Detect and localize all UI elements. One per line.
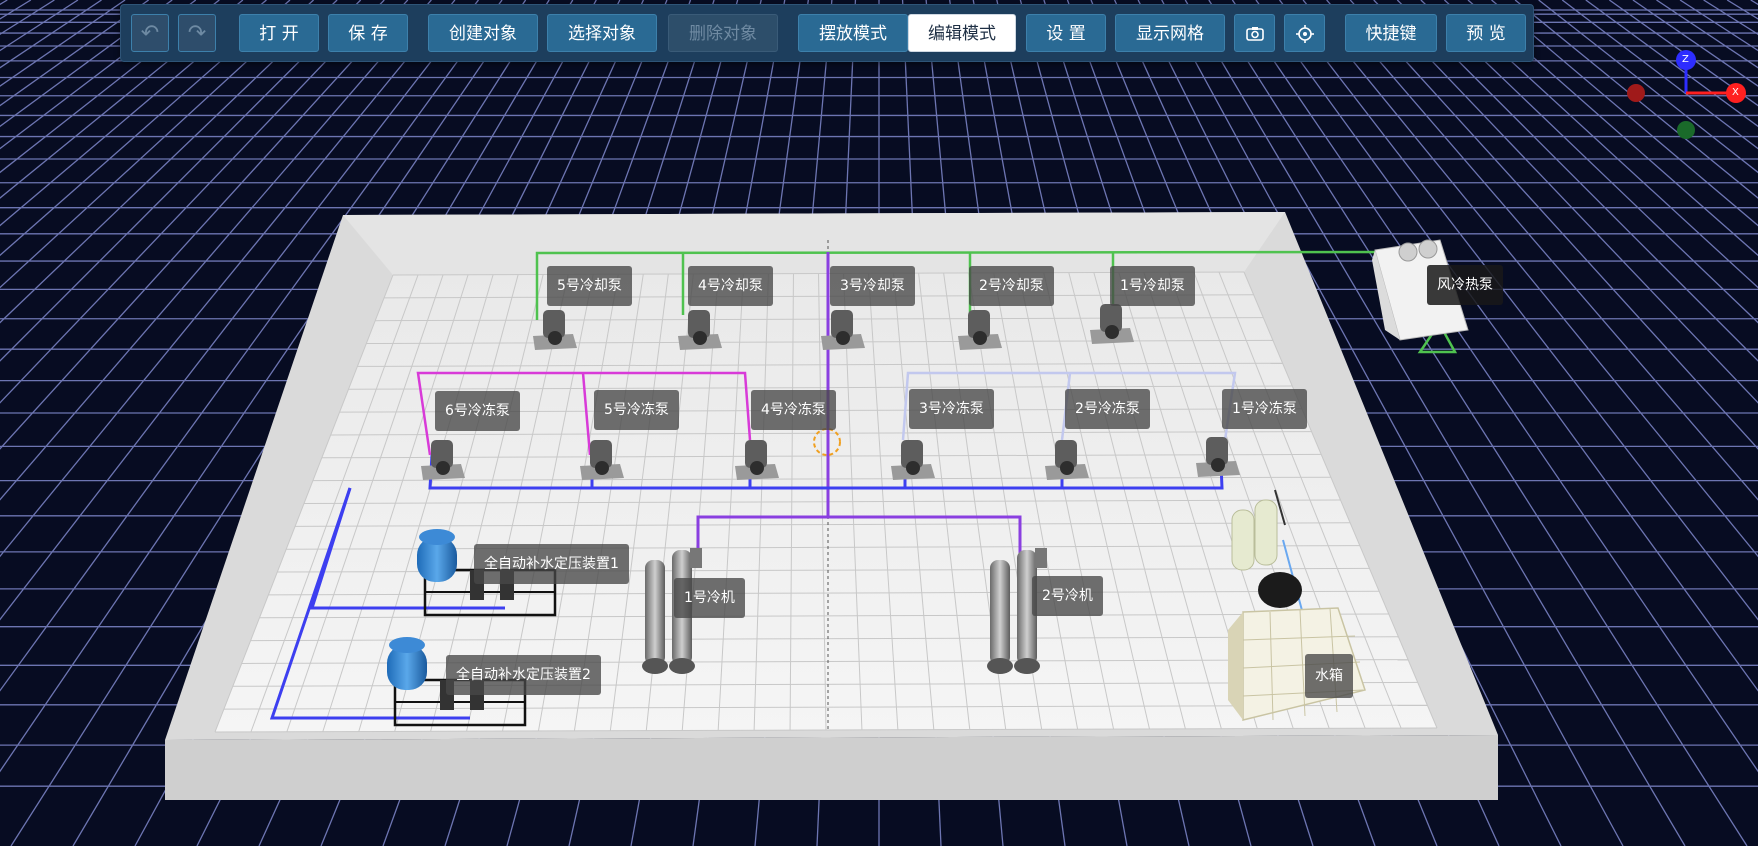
label-heat-pump[interactable]: 风冷热泵 <box>1427 265 1503 305</box>
label-chiller-1[interactable]: 1号冷机 <box>674 578 745 618</box>
label-cooling-pump-1[interactable]: 1号冷却泵 <box>1110 266 1195 306</box>
create-object-button[interactable]: 创建对象 <box>428 14 538 52</box>
label-chill-pump-5[interactable]: 5号冷冻泵 <box>594 390 679 430</box>
shortcuts-button[interactable]: 快捷键 <box>1345 14 1437 52</box>
delete-object-button[interactable]: 删除对象 <box>668 14 778 52</box>
axis-y-handle <box>1677 121 1695 139</box>
label-chill-pump-2[interactable]: 2号冷冻泵 <box>1065 389 1150 429</box>
edit-mode-button[interactable]: 编辑模式 <box>908 14 1016 52</box>
camera-icon <box>1245 27 1264 41</box>
crosshair-icon <box>1295 25 1314 43</box>
undo-button[interactable]: ↶ <box>131 14 169 52</box>
open-button[interactable]: 打 开 <box>239 14 319 52</box>
label-cooling-pump-3[interactable]: 3号冷却泵 <box>830 266 915 306</box>
screenshot-button[interactable] <box>1234 14 1275 52</box>
save-button[interactable]: 保 存 <box>328 14 408 52</box>
3d-viewport[interactable] <box>0 0 1758 846</box>
locate-button[interactable] <box>1284 14 1325 52</box>
redo-icon: ↷ <box>187 21 207 46</box>
label-water-tank[interactable]: 水箱 <box>1305 654 1353 698</box>
axis-x-label: X <box>1732 87 1739 98</box>
main-toolbar: ↶ ↷ 打 开 保 存 创建对象 选择对象 删除对象 摆放模式 编辑模式 设 置… <box>120 4 1534 62</box>
label-chill-pump-6[interactable]: 6号冷冻泵 <box>435 391 520 431</box>
select-object-button[interactable]: 选择对象 <box>547 14 657 52</box>
undo-icon: ↶ <box>140 21 160 46</box>
label-chill-pump-4[interactable]: 4号冷冻泵 <box>751 390 836 430</box>
redo-button[interactable]: ↷ <box>178 14 216 52</box>
axis-neg-x-handle <box>1627 84 1645 102</box>
label-cooling-pump-4[interactable]: 4号冷却泵 <box>688 266 773 306</box>
preview-button[interactable]: 预 览 <box>1446 14 1526 52</box>
show-grid-button[interactable]: 显示网格 <box>1115 14 1225 52</box>
label-cooling-pump-2[interactable]: 2号冷却泵 <box>969 266 1054 306</box>
room-wall-front <box>165 735 1498 800</box>
label-makeup-unit-1[interactable]: 全自动补水定压装置1 <box>474 544 629 584</box>
place-mode-button[interactable]: 摆放模式 <box>798 14 908 52</box>
label-chiller-2[interactable]: 2号冷机 <box>1032 576 1103 616</box>
label-makeup-unit-2[interactable]: 全自动补水定压装置2 <box>446 655 601 695</box>
settings-button[interactable]: 设 置 <box>1026 14 1106 52</box>
label-chill-pump-3[interactable]: 3号冷冻泵 <box>909 389 994 429</box>
axis-z-label: Z <box>1682 54 1689 65</box>
label-chill-pump-1[interactable]: 1号冷冻泵 <box>1222 389 1307 429</box>
label-cooling-pump-5[interactable]: 5号冷却泵 <box>547 266 632 306</box>
